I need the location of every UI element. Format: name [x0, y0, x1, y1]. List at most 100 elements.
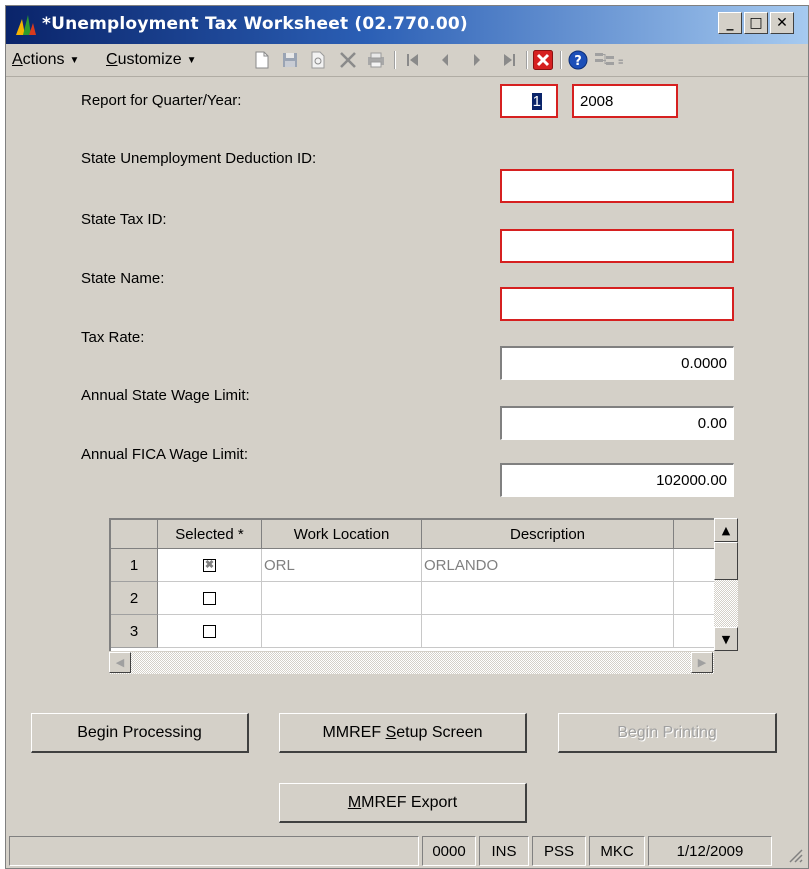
- vertical-scrollbar[interactable]: ▲ ▼: [714, 518, 738, 651]
- state-tax-id-input[interactable]: [500, 229, 734, 263]
- first-icon: [407, 54, 418, 66]
- fica-wage-limit-input[interactable]: 102000.00: [500, 463, 734, 497]
- tax-rate-label: Tax Rate:: [81, 329, 145, 346]
- status-database: PSS: [532, 836, 586, 866]
- selected-checkbox[interactable]: [203, 624, 216, 638]
- year-input[interactable]: 2008: [572, 84, 678, 118]
- arrow-down-icon: ▼: [721, 632, 731, 646]
- last-record-button[interactable]: [498, 49, 520, 71]
- customize-menu-text: ustomize: [117, 51, 182, 68]
- selected-checkbox[interactable]: [203, 591, 216, 605]
- horizontal-scrollbar[interactable]: ◀ ▶: [109, 651, 714, 674]
- check-mark-icon: ✖: [204, 558, 215, 571]
- refresh-icon: [311, 51, 325, 69]
- row-header[interactable]: 3: [111, 615, 158, 648]
- column-header-work-location[interactable]: Work Location: [262, 520, 422, 549]
- selected-cell[interactable]: [158, 615, 262, 648]
- menu-toolbar: Actions ▼ Customize ▼ ?: [6, 44, 808, 77]
- scroll-up-button[interactable]: ▲: [714, 518, 738, 542]
- help-icon: ?: [568, 50, 588, 70]
- row-header[interactable]: 1: [111, 549, 158, 582]
- mmref-export-button[interactable]: MMREF Export: [279, 783, 527, 823]
- delete-icon: [340, 52, 356, 68]
- selected-cell[interactable]: ✖: [158, 549, 262, 582]
- begin-printing-button[interactable]: Begin Printing: [558, 713, 777, 753]
- scroll-down-button[interactable]: ▼: [714, 627, 738, 651]
- customize-menu-label: Customize: [106, 51, 182, 68]
- selected-checkbox[interactable]: ✖: [203, 558, 216, 572]
- close-window-button[interactable]: ✕: [770, 12, 794, 34]
- work-location-cell[interactable]: [262, 615, 422, 648]
- scroll-left-button[interactable]: ◀: [109, 652, 131, 673]
- next-record-button[interactable]: [466, 49, 488, 71]
- work-location-cell[interactable]: ORL: [262, 549, 422, 582]
- quarter-input[interactable]: 1: [500, 84, 558, 118]
- print-icon: [368, 52, 384, 68]
- tax-rate-input[interactable]: 0.0000: [500, 346, 734, 380]
- minimize-icon: _: [726, 15, 734, 31]
- status-mode: INS: [479, 836, 529, 866]
- title-bar[interactable]: *Unemployment Tax Worksheet (02.770.00) …: [6, 6, 808, 44]
- column-header-selected[interactable]: Selected *: [158, 520, 262, 549]
- resize-grip-icon[interactable]: [786, 846, 804, 864]
- description-cell[interactable]: [422, 615, 674, 648]
- maximize-icon: □: [749, 15, 763, 31]
- tree-icon: [618, 59, 623, 64]
- arrow-right-icon: ▶: [697, 656, 707, 669]
- vertical-scroll-thumb[interactable]: [714, 542, 738, 580]
- actions-menu-label: Actions: [12, 51, 65, 68]
- state-wage-limit-input[interactable]: 0.00: [500, 406, 734, 440]
- year-value: 2008: [580, 92, 614, 110]
- previous-icon: [442, 54, 448, 66]
- app-logo-icon: [14, 13, 38, 37]
- status-company: MKC: [589, 836, 645, 866]
- new-button[interactable]: [251, 49, 273, 71]
- close-icon: ✕: [776, 15, 788, 31]
- actions-menu-text: ctions: [22, 51, 65, 68]
- column-header-blank: [674, 520, 714, 549]
- column-header-description[interactable]: Description: [422, 520, 674, 549]
- first-record-button[interactable]: [402, 49, 424, 71]
- actions-menu[interactable]: Actions ▼: [12, 51, 79, 69]
- state-name-input[interactable]: [500, 287, 734, 321]
- selected-cell[interactable]: [158, 582, 262, 615]
- work-location-grid[interactable]: Selected * Work Location Description 1 ✖…: [109, 518, 714, 651]
- status-code: 0000: [422, 836, 476, 866]
- save-icon: [283, 53, 297, 67]
- save-button[interactable]: [279, 49, 301, 71]
- scroll-right-button[interactable]: ▶: [691, 652, 713, 673]
- print-button[interactable]: [365, 49, 387, 71]
- status-message: [9, 836, 419, 866]
- delete-button[interactable]: [337, 49, 359, 71]
- close-screen-button[interactable]: [532, 49, 554, 71]
- refresh-button[interactable]: [307, 49, 329, 71]
- previous-record-button[interactable]: [434, 49, 456, 71]
- blank-cell: [674, 582, 714, 615]
- toolbar-separator: [526, 51, 528, 69]
- state-tax-id-label: State Tax ID:: [81, 211, 167, 228]
- fica-wage-limit-label: Annual FICA Wage Limit:: [81, 446, 249, 463]
- description-cell[interactable]: [422, 582, 674, 615]
- window-title: *Unemployment Tax Worksheet (02.770.00): [42, 14, 468, 34]
- begin-processing-button[interactable]: Begin Processing: [31, 713, 249, 753]
- application-window: *Unemployment Tax Worksheet (02.770.00) …: [5, 5, 809, 869]
- maximize-button[interactable]: □: [744, 12, 768, 34]
- tree-button[interactable]: [594, 49, 616, 71]
- row-header[interactable]: 2: [111, 582, 158, 615]
- quarter-year-label: Report for Quarter/Year:: [81, 92, 242, 109]
- next-icon: [474, 54, 480, 66]
- work-location-cell[interactable]: [262, 582, 422, 615]
- tree-button-partial[interactable]: [618, 49, 630, 71]
- description-cell[interactable]: ORLANDO: [422, 549, 674, 582]
- minimize-button[interactable]: _: [718, 12, 742, 34]
- fica-wage-limit-value: 102000.00: [656, 472, 727, 489]
- quarter-value: 1: [531, 92, 542, 110]
- status-date: 1/12/2009: [648, 836, 772, 866]
- mmref-export-label: MMREF Export: [347, 793, 458, 811]
- customize-menu[interactable]: Customize ▼: [106, 51, 197, 69]
- mmref-setup-screen-button[interactable]: MMREF Setup Screen: [279, 713, 527, 753]
- close-screen-icon: [533, 50, 553, 70]
- state-name-label: State Name:: [81, 270, 165, 287]
- deduction-id-input[interactable]: [500, 169, 734, 203]
- help-button[interactable]: ?: [567, 49, 589, 71]
